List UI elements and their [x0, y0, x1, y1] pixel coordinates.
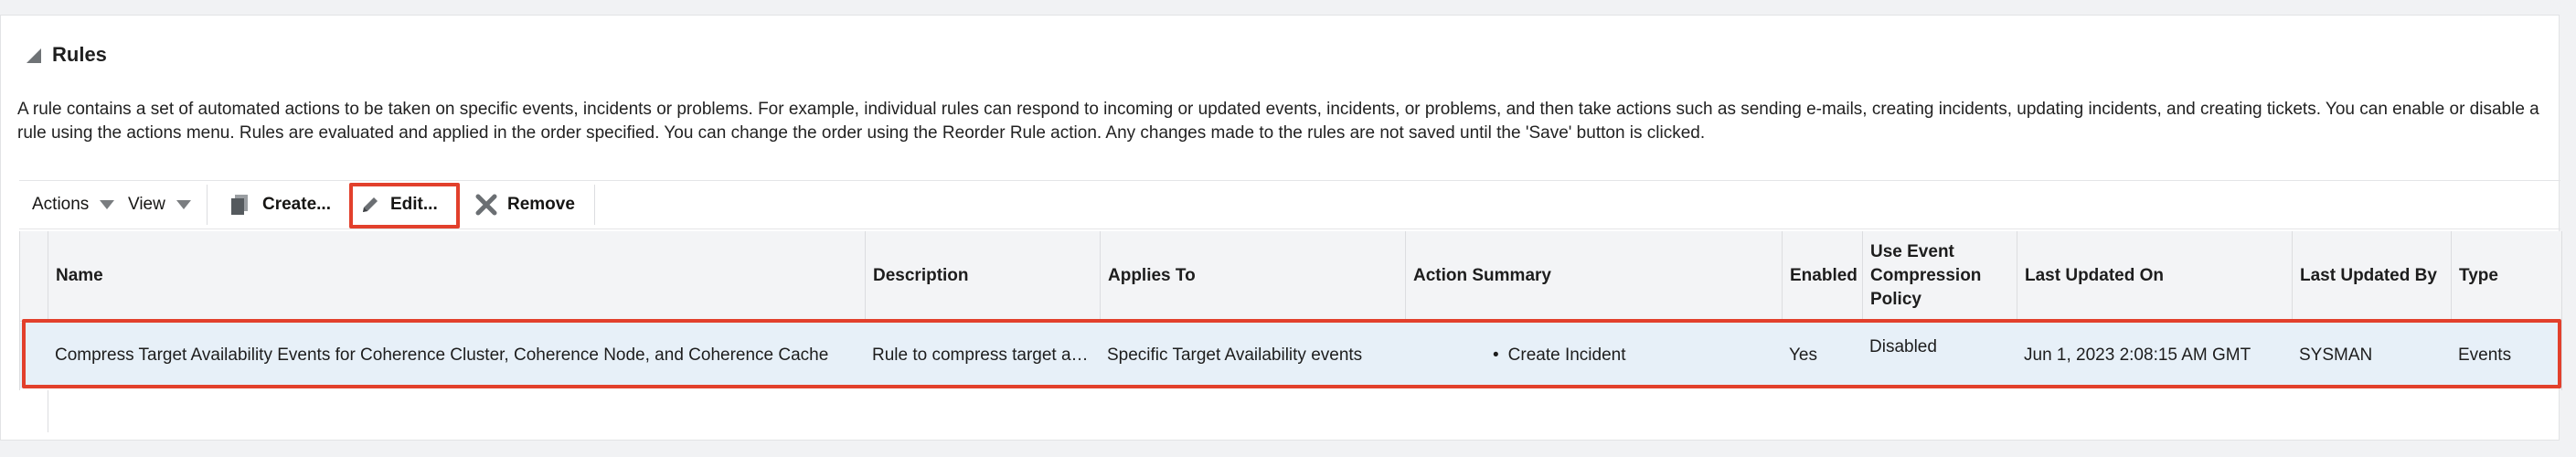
edit-highlight-box	[349, 183, 460, 228]
column-header-name[interactable]: Name	[48, 231, 865, 321]
column-header-selector	[20, 231, 48, 321]
column-header-applies-to[interactable]: Applies To	[1100, 231, 1405, 321]
create-page-icon	[231, 195, 248, 215]
column-header-last-updated-on[interactable]: Last Updated On	[2017, 231, 2292, 321]
remove-button[interactable]: Remove	[474, 181, 575, 228]
view-label: View	[128, 195, 165, 214]
column-header-last-updated-by[interactable]: Last Updated By	[2292, 231, 2451, 321]
rules-table: Name Description Applies To Action Summa…	[19, 231, 2562, 432]
column-header-type[interactable]: Type	[2451, 231, 2561, 321]
rules-panel: Rules A rule contains a set of automated…	[0, 15, 2562, 441]
section-header[interactable]: Rules	[27, 39, 107, 70]
view-menu[interactable]: View	[128, 181, 191, 228]
actions-label: Actions	[32, 195, 90, 214]
chevron-down-icon	[100, 200, 115, 209]
column-header-action-summary[interactable]: Action Summary	[1405, 231, 1782, 321]
chevron-down-icon	[176, 200, 191, 209]
create-button[interactable]: Create...	[229, 181, 331, 228]
toolbar-divider	[594, 185, 595, 225]
row-highlight-box	[22, 319, 2561, 388]
column-header-enabled[interactable]: Enabled	[1782, 231, 1862, 321]
toolbar: Actions View Create... Edit... Remove	[19, 180, 2560, 229]
toolbar-divider	[207, 185, 208, 225]
remove-label: Remove	[507, 195, 575, 214]
table-header: Name Description Applies To Action Summa…	[20, 231, 2561, 322]
column-header-description[interactable]: Description	[865, 231, 1100, 321]
collapse-triangle-icon[interactable]	[27, 48, 41, 63]
column-header-compression-policy[interactable]: Use Event Compression Policy	[1862, 231, 2017, 321]
create-label: Create...	[262, 195, 331, 214]
x-mark-icon	[475, 194, 497, 216]
section-title: Rules	[52, 43, 107, 66]
section-description: A rule contains a set of automated actio…	[17, 100, 2539, 143]
actions-menu[interactable]: Actions	[32, 181, 115, 228]
